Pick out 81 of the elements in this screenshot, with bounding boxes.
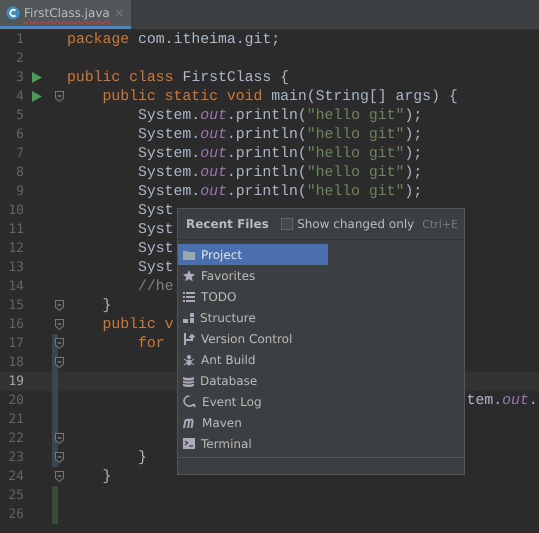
code-line: System.out.println("hello git"); <box>137 108 422 124</box>
fold-icon[interactable] <box>55 452 64 463</box>
code-line: System.out.println("hello git"); <box>137 184 422 200</box>
line-number: 11 <box>7 222 24 237</box>
speech-bubble-icon <box>183 395 196 408</box>
code-line: System.out.println("hello git"); <box>137 164 422 180</box>
line-number: 1 <box>15 32 24 47</box>
code-line: public static void main(String[] args) { <box>102 88 458 104</box>
line-number: 23 <box>7 450 24 465</box>
line-number: 22 <box>7 431 24 446</box>
line-number: 9 <box>15 184 24 199</box>
code-line: } <box>137 450 147 466</box>
tool-window-item[interactable]: Terminal <box>178 433 328 454</box>
line-number: 21 <box>7 412 24 427</box>
code-line: package com.itheima.git; <box>66 32 280 48</box>
fold-icon[interactable] <box>55 433 64 444</box>
code-line: } <box>102 468 112 484</box>
line-number: 10 <box>7 203 24 218</box>
bug-icon <box>183 354 195 366</box>
line-number: 18 <box>7 355 24 370</box>
code-line: Syst <box>137 222 174 238</box>
code-line: Syst <box>137 240 174 256</box>
line-number: 8 <box>15 165 24 180</box>
line-number: 19 <box>7 374 24 389</box>
line-number: 13 <box>7 260 24 275</box>
line-number: 17 <box>7 336 24 351</box>
line-number: 4 <box>15 89 24 104</box>
list-icon <box>183 292 195 302</box>
shortcut-hint: Ctrl+E <box>422 218 458 230</box>
fold-icon[interactable] <box>55 319 64 330</box>
code-line: tem.out. <box>466 392 538 408</box>
database-icon <box>183 374 194 386</box>
tool-window-item[interactable]: Ant Build <box>178 349 328 370</box>
code-line: public v <box>102 316 174 332</box>
code-line: System.out.println("hello git"); <box>137 146 422 162</box>
line-number: 2 <box>15 51 24 66</box>
line-number: 16 <box>7 317 24 332</box>
structure-icon <box>183 312 194 322</box>
line-number: 3 <box>15 70 24 85</box>
code-line: System.out.println("hello git"); <box>137 126 422 142</box>
fold-icon[interactable] <box>55 471 64 482</box>
run-icon[interactable] <box>32 72 42 83</box>
star-icon <box>183 270 195 282</box>
code-line: Syst <box>137 260 174 276</box>
tool-window-item[interactable]: TODO <box>178 286 328 307</box>
line-number: 5 <box>15 108 24 123</box>
line-number: 20 <box>7 393 24 408</box>
line-number: 15 <box>7 298 24 313</box>
tool-window-item[interactable]: Version Control <box>178 328 328 349</box>
line-number: 7 <box>15 146 24 161</box>
fold-icon[interactable] <box>55 357 64 368</box>
fold-icon[interactable] <box>55 300 64 311</box>
tool-window-item[interactable]: Event Log <box>178 391 328 412</box>
popup-title: Recent Files <box>186 217 270 231</box>
branch-arrow-icon <box>183 332 195 344</box>
tool-window-item[interactable]: Favorites <box>178 265 328 286</box>
run-icon[interactable] <box>32 91 42 102</box>
terminal-icon <box>183 438 195 449</box>
line-number: 25 <box>7 488 24 503</box>
code-line: for <box>137 336 165 352</box>
line-number: 24 <box>7 469 24 484</box>
tool-window-item[interactable]: Database <box>178 370 328 391</box>
line-number: 14 <box>7 279 24 294</box>
tool-window-item[interactable]: Project <box>178 244 328 265</box>
code-line: public class FirstClass { <box>66 70 289 86</box>
m-letter-icon <box>183 418 196 428</box>
folder-icon <box>183 250 195 260</box>
fold-icon[interactable] <box>55 91 64 102</box>
file-tab[interactable]: FirstClass.java × <box>0 0 131 29</box>
class-icon <box>6 6 20 20</box>
line-number: 26 <box>7 507 24 522</box>
checkbox-icon[interactable] <box>281 218 294 230</box>
tool-window-item[interactable]: Structure <box>178 307 328 328</box>
tool-window-item[interactable]: Maven <box>178 412 328 433</box>
fold-icon[interactable] <box>55 338 64 349</box>
code-line: Syst <box>137 202 174 218</box>
line-number: 6 <box>15 127 24 142</box>
code-line: //he <box>137 278 174 294</box>
show-changed-checkbox[interactable]: Show changed only <box>281 217 414 231</box>
code-line: } <box>102 298 112 314</box>
line-number: 12 <box>7 241 24 256</box>
